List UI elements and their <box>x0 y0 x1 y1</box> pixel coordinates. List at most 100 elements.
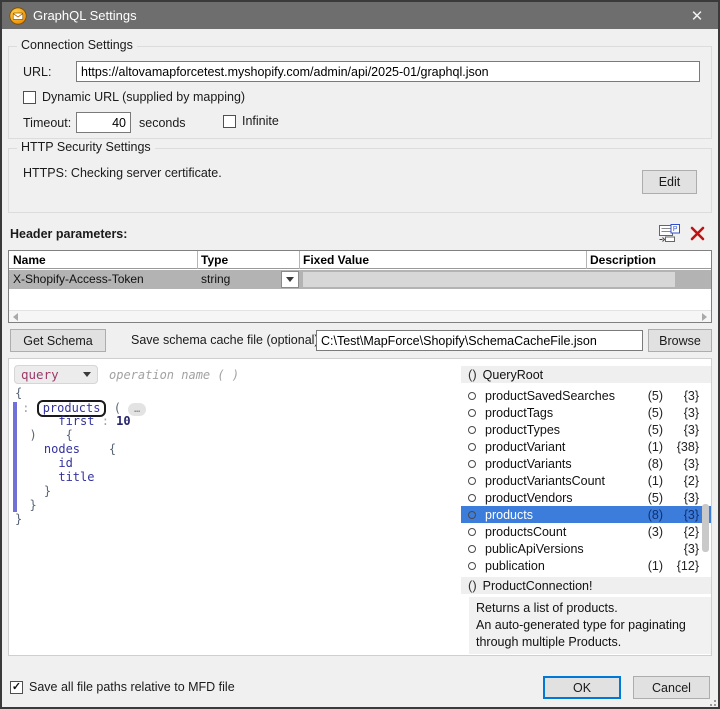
header-parameters-label: Header parameters: <box>10 227 127 241</box>
field-subfield-count: {3} <box>663 508 699 522</box>
resize-grip[interactable] <box>708 698 716 706</box>
field-icon <box>468 460 476 468</box>
schema-field-row[interactable]: productVendors(5){3} <box>461 489 711 506</box>
code-token: first <box>58 414 94 428</box>
timeout-input[interactable] <box>76 112 131 133</box>
type-icon: () <box>468 367 477 382</box>
field-name: publicApiVersions <box>485 542 625 556</box>
schema-cache-path-input[interactable] <box>316 330 643 351</box>
schema-type-row[interactable]: ()ProductConnection! <box>461 577 711 594</box>
timeout-label: Timeout: <box>23 116 71 130</box>
arguments-ellipsis-button[interactable]: … <box>128 403 146 416</box>
dynamic-url-checkbox[interactable] <box>23 91 36 104</box>
code-token: { <box>80 442 116 456</box>
url-label: URL: <box>23 65 51 79</box>
operation-type-dropdown[interactable]: query <box>14 365 98 384</box>
infinite-label: Infinite <box>242 114 279 128</box>
dynamic-url-label: Dynamic URL (supplied by mapping) <box>42 90 245 104</box>
field-arg-count: (8) <box>625 508 663 522</box>
schema-field-row[interactable]: productVariantsCount(1){2} <box>461 472 711 489</box>
column-header-name: Name <box>13 253 46 267</box>
table-horizontal-scrollbar[interactable] <box>9 310 711 322</box>
query-editor-panel: query operation name ( ) { : products ( … <box>8 358 712 656</box>
field-name: products <box>485 508 625 522</box>
field-name: productSavedSearches <box>485 389 625 403</box>
code-line: } <box>15 498 146 512</box>
mapforce-app-icon <box>9 7 27 25</box>
field-arg-count: (1) <box>625 440 663 454</box>
query-code[interactable]: { : products ( … first : 10 ) { nodes { … <box>15 386 146 526</box>
schema-field-row[interactable]: publication(1){12} <box>461 557 711 574</box>
get-schema-button[interactable]: Get Schema <box>10 329 106 352</box>
code-token: : <box>94 414 116 428</box>
field-icon <box>468 426 476 434</box>
code-line: id <box>15 456 146 470</box>
cancel-button[interactable]: Cancel <box>633 676 710 699</box>
field-name: productTypes <box>485 423 625 437</box>
field-name: QueryRoot <box>483 368 625 382</box>
tree-scrollbar-thumb[interactable] <box>702 504 709 552</box>
code-line: : products ( … <box>15 400 146 414</box>
http-security-label: HTTP Security Settings <box>17 140 155 154</box>
field-icon <box>468 528 476 536</box>
url-input[interactable] <box>76 61 700 82</box>
table-row[interactable]: X-Shopify-Access-Token string <box>9 270 711 289</box>
field-icon <box>468 443 476 451</box>
field-subfield-count: {12} <box>663 559 699 573</box>
schema-field-row[interactable]: productVariants(8){3} <box>461 455 711 472</box>
ok-button[interactable]: OK <box>543 676 621 699</box>
code-line: { <box>15 386 146 400</box>
schema-field-row[interactable]: productTypes(5){3} <box>461 421 711 438</box>
field-name: productTags <box>485 406 625 420</box>
code-line: first : 10 <box>15 414 146 428</box>
fixed-value-disabled-input <box>303 272 675 287</box>
add-parameter-icon[interactable]: P <box>658 224 681 243</box>
schema-field-row[interactable]: productTags(5){3} <box>461 404 711 421</box>
code-token: title <box>58 470 94 484</box>
schema-field-row[interactable]: products(8){3} <box>461 506 711 523</box>
code-token <box>15 442 44 456</box>
field-arg-count: (8) <box>625 457 663 471</box>
field-subfield-count: {3} <box>663 491 699 505</box>
code-token: ( <box>106 401 128 415</box>
field-subfield-count: {3} <box>663 406 699 420</box>
scroll-left-icon[interactable] <box>13 313 18 321</box>
field-icon <box>468 494 476 502</box>
chevron-down-icon <box>83 372 91 377</box>
schema-field-row[interactable]: productsCount(3){2} <box>461 523 711 540</box>
code-token: } <box>15 512 22 526</box>
code-token <box>15 470 58 484</box>
code-token: ) { <box>15 428 73 442</box>
schema-cache-label: Save schema cache file (optional): <box>131 333 322 347</box>
scroll-right-icon[interactable] <box>702 313 707 321</box>
code-token: : <box>15 401 37 415</box>
param-type-cell: string <box>201 272 230 286</box>
field-name: productVariants <box>485 457 625 471</box>
column-header-fixed-value: Fixed Value <box>303 253 369 267</box>
code-token <box>15 414 58 428</box>
header-parameters-table: Name Type Fixed Value Description X-Shop… <box>8 250 712 323</box>
close-icon[interactable]: ✕ <box>686 7 708 25</box>
description-line: through multiple Products. <box>476 634 704 651</box>
code-token <box>15 456 58 470</box>
window-title: GraphQL Settings <box>33 8 137 23</box>
schema-field-row[interactable]: productSavedSearches(5){3} <box>461 387 711 404</box>
infinite-checkbox[interactable] <box>223 115 236 128</box>
code-line: } <box>15 512 146 526</box>
save-paths-checkbox[interactable]: ✓ <box>10 681 23 694</box>
code-line: } <box>15 484 146 498</box>
edit-button[interactable]: Edit <box>642 170 697 194</box>
code-token: nodes <box>44 442 80 456</box>
schema-field-row[interactable]: productVariant(1){38} <box>461 438 711 455</box>
schema-field-row[interactable]: publicApiVersions {3} <box>461 540 711 557</box>
field-subfield-count: {3} <box>663 542 699 556</box>
code-line: title <box>15 470 146 484</box>
delete-parameter-icon[interactable] <box>689 225 706 242</box>
https-status-text: HTTPS: Checking server certificate. <box>23 166 222 180</box>
field-arg-count: (5) <box>625 423 663 437</box>
browse-button[interactable]: Browse <box>648 329 712 352</box>
schema-type-row[interactable]: () QueryRoot <box>461 366 711 383</box>
title-bar: GraphQL Settings ✕ <box>2 2 718 29</box>
type-dropdown-button[interactable] <box>281 271 299 288</box>
field-icon <box>468 477 476 485</box>
